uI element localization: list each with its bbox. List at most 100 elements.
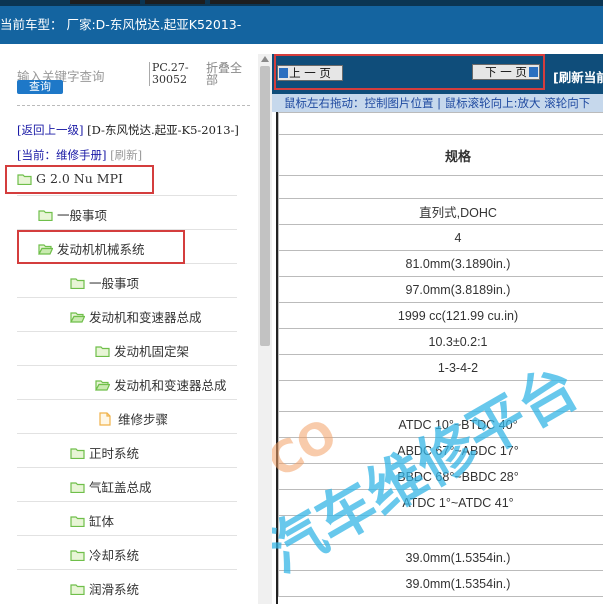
table-cell: 97.0mm(3.8189in.) [278,276,603,303]
tree-item-label: 发动机和变速器总成 [89,310,202,325]
scroll-up-icon[interactable] [261,56,269,62]
folder-icon [38,209,53,221]
refresh-link[interactable]: [刷新] [110,148,142,162]
scroll-thumb[interactable] [260,66,270,346]
row-divider [17,365,237,366]
window-tab[interactable] [145,0,205,4]
folder-icon [70,277,85,289]
table-cell: 39.0mm(1.5354in.) [278,544,603,571]
vehicle-bar: 当前车型： 厂家:D-东风悦达.起亚K52013- [0,6,603,44]
tree-item-label: 一般事项 [57,208,108,223]
table-row: ATDC 1°~ATDC 41° [278,489,603,516]
table-row: 1999 cc(121.99 cu.in) [278,302,603,329]
tree-item-general-2[interactable]: 一般事项 [70,273,139,292]
table-cell [278,515,603,545]
table-cell: 1999 cc(121.99 cu.in) [278,302,603,329]
table-cell: ATDC 10°~BTDC 40° [278,411,603,438]
table-row [278,515,603,545]
table-row: 规格 [278,134,603,176]
window-tab[interactable] [70,0,140,4]
table-row: 81.0mm(3.1890in.) [278,250,603,277]
highlight-box [274,54,545,90]
window-tab[interactable] [210,0,270,4]
table-cell: ATDC 1°~ATDC 41° [278,489,603,516]
table-cell: 81.0mm(3.1890in.) [278,250,603,277]
back-link[interactable]: [返回上一级] [17,123,83,137]
refresh-current-link[interactable]: [刷新当前 [553,67,603,86]
table-cell: 直列式,DOHC [278,198,603,225]
table-cell: 1-3-4-2 [278,354,603,381]
tree-item-label: 润滑系统 [89,582,140,597]
row-divider [17,501,237,502]
tree-item-cooling[interactable]: 冷却系统 [70,545,139,564]
table-cell [278,112,603,135]
search-button[interactable]: 查询 [17,80,63,94]
tree-item-label: 气缸盖总成 [89,480,152,495]
page-nav-bar: 上 一 页 下 一 页 [刷新当前 [272,54,603,94]
table-row: ATDC 10°~BTDC 40° [278,411,603,438]
table-row: ABDC 67°~ABDC 17° [278,437,603,464]
spacer [0,44,603,54]
table-row [278,112,603,135]
tree-scrollbar[interactable] [258,54,272,604]
table-row: 4 [278,224,603,251]
current-location: [当前：维修手册] [刷新] [17,147,142,163]
table-cell: ABDC 67°~ABDC 17° [278,437,603,464]
pc-code: PC.27-30052 [149,62,197,86]
content-panel: 上 一 页 下 一 页 [刷新当前 鼠标左右拖动：控制图片位置 | 鼠标滚轮向上… [272,54,603,604]
tree-item-label: 正时系统 [89,446,140,461]
tree-item-engine-trans[interactable]: 发动机和变速器总成 [70,307,202,326]
row-divider [17,467,237,468]
tree-item-label: 冷却系统 [89,548,140,563]
tree-item-label: 缸体 [89,514,115,529]
divider [17,105,250,106]
folder-open-icon [95,379,110,391]
table-cell: BBDC 68°~BBDC 28° [278,463,603,490]
document-icon [99,411,111,426]
folder-icon [70,549,85,561]
row-divider [17,569,237,570]
tree-item-lubrication[interactable]: 润滑系统 [70,579,139,598]
table-cell: 10.3±0.2:1 [278,328,603,355]
table-row: 直列式,DOHC [278,198,603,225]
row-divider [17,535,237,536]
table-row: BBDC 68°~BBDC 28° [278,463,603,490]
current-label: [当前：维修手册] [17,148,107,162]
tree-item-engine-mount[interactable]: 发动机固定架 [95,341,189,360]
table-row: 10.3±0.2:1 [278,328,603,355]
fold-all-button[interactable]: 折叠全部 [206,62,248,86]
table-cell: 4 [278,224,603,251]
folder-icon [70,481,85,493]
tree-panel: 输入关键字查询 查询 PC.27-30052 折叠全部 [返回上一级] [D-东… [0,54,258,604]
table-cell [278,175,603,199]
tree-item-block[interactable]: 缸体 [70,511,114,530]
table-row: 97.0mm(3.8189in.) [278,276,603,303]
spec-table: 规格 直列式,DOHC 4 81.0mm(3.1890in.) 97.0mm(3… [278,112,603,597]
tree-item-engine-trans-assy[interactable]: 发动机和变速器总成 [95,375,227,394]
tree-item-label: 发动机固定架 [114,344,190,359]
vehicle-info: 当前车型： 厂家:D-东风悦达.起亚K52013- [0,17,242,32]
folder-icon [70,515,85,527]
tree-item-label: 维修步骤 [118,412,169,427]
table-row: 39.0mm(1.5354in.) [278,570,603,597]
highlight-box [17,230,185,264]
folder-icon [95,345,110,357]
table-header: 规格 [278,134,603,176]
tree-item-timing[interactable]: 正时系统 [70,443,139,462]
row-divider [17,195,237,196]
row-divider [17,433,237,434]
row-divider [17,297,237,298]
folder-open-icon [70,311,85,323]
tree-item-label: 发动机和变速器总成 [114,378,227,393]
tree-item-repair-steps[interactable]: 维修步骤 [99,409,168,428]
table-row [278,380,603,412]
folder-icon [70,447,85,459]
table-row: 1-3-4-2 [278,354,603,381]
tree-item-cylinder-head[interactable]: 气缸盖总成 [70,477,152,496]
table-cell: 39.0mm(1.5354in.) [278,570,603,597]
tree-item-general[interactable]: 一般事项 [38,205,107,224]
document-viewer[interactable]: 规格 直列式,DOHC 4 81.0mm(3.1890in.) 97.0mm(3… [276,112,603,604]
back-path: [D-东风悦达.起亚-K5-2013-] [87,123,239,137]
usage-hint: 鼠标左右拖动：控制图片位置 | 鼠标滚轮向上:放大 滚轮向下 [272,94,603,112]
table-row: 39.0mm(1.5354in.) [278,544,603,571]
